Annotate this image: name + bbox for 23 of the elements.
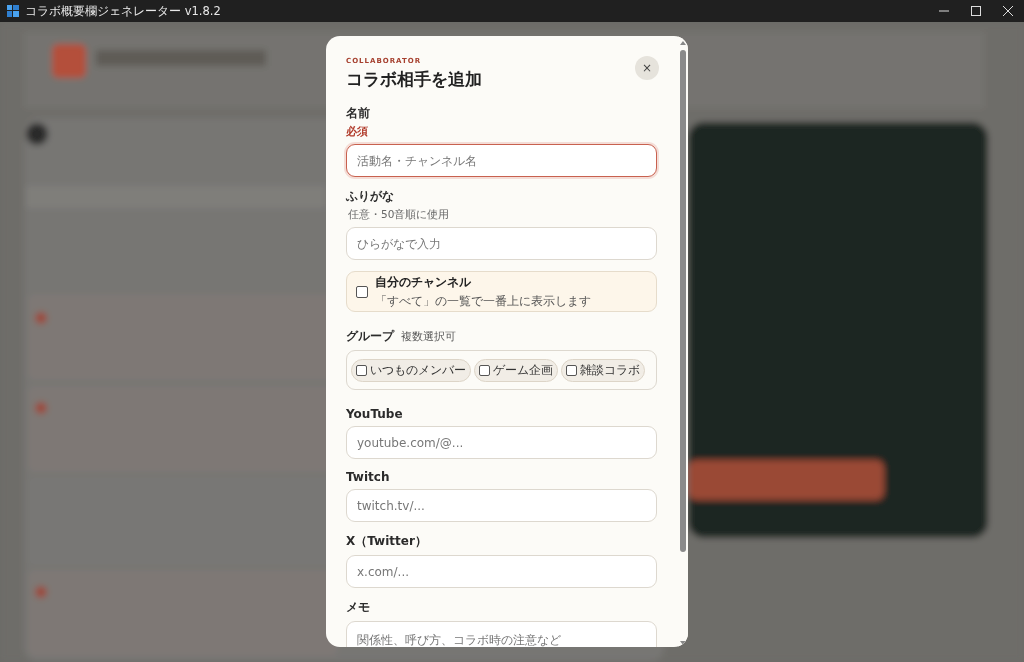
- window-title: コラボ概要欄ジェネレーター v1.8.2: [25, 3, 222, 19]
- group-chip[interactable]: いつものメンバー: [351, 358, 471, 382]
- checkbox-hint: 「すべて」の一覧で一番上に表示します: [375, 292, 591, 310]
- memo-field[interactable]: 関係性、呼び方、コラボ時の注意など: [346, 621, 657, 647]
- field-hint: 複数選択可: [401, 330, 456, 344]
- field-label: YouTube: [346, 407, 403, 421]
- checkbox[interactable]: [356, 285, 368, 298]
- scrollbar[interactable]: [678, 36, 688, 647]
- close-button[interactable]: ×: [635, 56, 659, 80]
- field-label: 名前: [346, 105, 370, 122]
- field-label: メモ: [346, 599, 370, 616]
- input-field[interactable]: 活動名・チャンネル名: [346, 144, 657, 177]
- app-icon: [7, 5, 19, 17]
- group-chip[interactable]: ゲーム企画: [474, 358, 558, 382]
- required-label: 必須: [346, 125, 369, 139]
- field-hint: 任意・50音順に使用: [348, 208, 451, 222]
- field-label: グループ: [346, 328, 394, 345]
- field-label: X（Twitter）: [346, 533, 427, 550]
- dialog-title: コラボ相手を追加: [346, 68, 482, 91]
- group-chip[interactable]: 雑談コラボ: [561, 358, 645, 382]
- field-label: Twitch: [346, 470, 390, 484]
- checkbox-label: 自分のチャンネル: [375, 273, 472, 291]
- field-label: ふりがな: [346, 188, 394, 205]
